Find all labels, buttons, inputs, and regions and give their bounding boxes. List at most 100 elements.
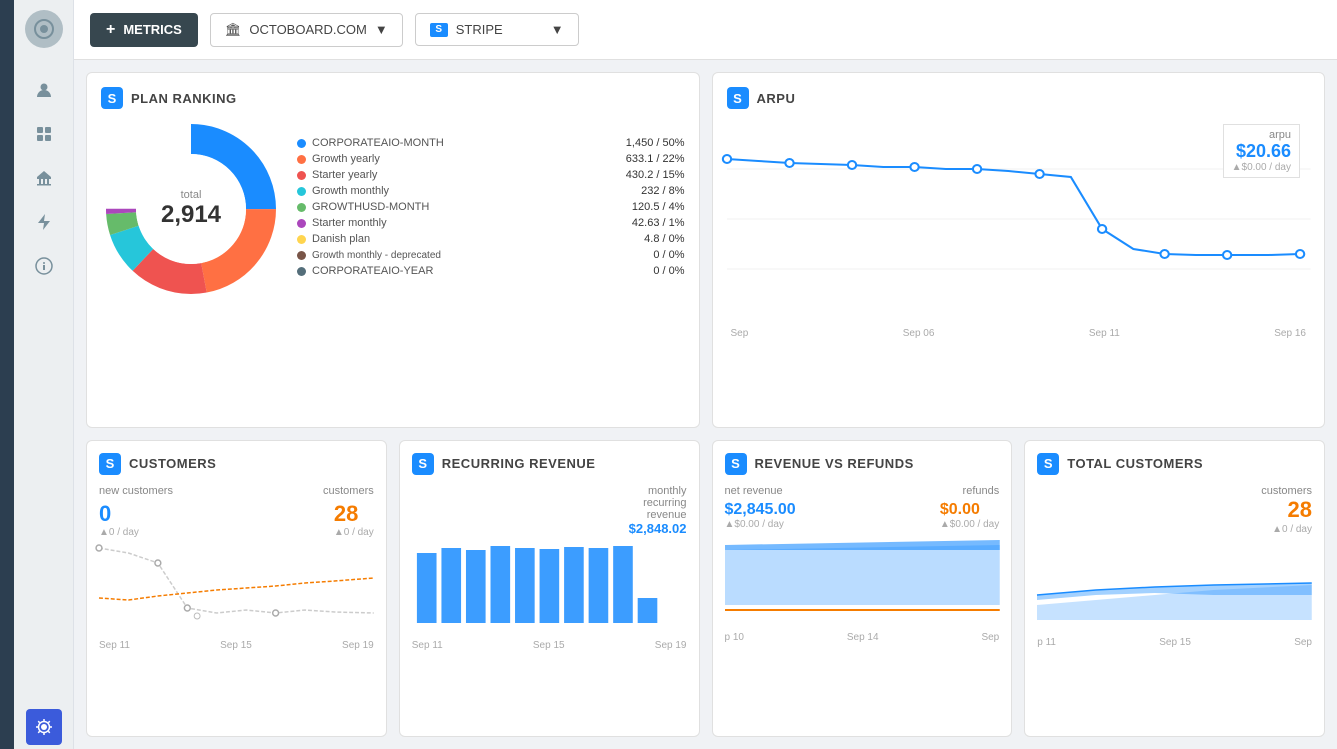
customers-block: 28 ▲0 / day	[334, 501, 374, 538]
total-customers-tooltip: customers 28 ▲0 / day	[1037, 485, 1312, 535]
stripe-dropdown[interactable]: S STRIPE ▼	[415, 13, 579, 46]
legend-name-5: Starter monthly	[312, 217, 599, 229]
legend-item-4: GROWTHUSD-MONTH 120.5 / 4%	[297, 201, 685, 213]
arpu-tooltip: arpu $20.66 ▲$0.00 / day	[1223, 124, 1300, 178]
nav-bank-icon[interactable]	[26, 160, 62, 196]
new-customers-label: new customers	[99, 485, 173, 497]
cust-x-2: Sep 19	[342, 640, 374, 651]
main-content: + METRICS 🏛 OCTOBOARD.COM ▼ S STRIPE ▼ S…	[74, 0, 1337, 749]
topbar: + METRICS 🏛 OCTOBOARD.COM ▼ S STRIPE ▼	[74, 0, 1337, 60]
legend-dot-8	[297, 267, 306, 276]
total-customers-tooltip-label: customers	[1261, 485, 1312, 497]
new-customers-block: 0 ▲0 / day	[99, 501, 139, 538]
rev-x-1: Sep 14	[847, 632, 879, 643]
legend-dot-3	[297, 187, 306, 196]
dashboard: S PLAN RANKING	[74, 60, 1337, 749]
revenue-x-labels: p 10 Sep 14 Sep	[725, 632, 1000, 643]
legend-name-2: Starter yearly	[312, 169, 599, 181]
legend-dot-5	[297, 219, 306, 228]
legend-name-0: CORPORATEAIO-MONTH	[312, 137, 599, 149]
legend-value-8: 0 / 0%	[605, 265, 685, 277]
donut-chart: total 2,914	[101, 119, 281, 299]
plan-ranking-title: PLAN RANKING	[131, 91, 237, 106]
cust-x-0: Sep 11	[99, 640, 130, 651]
legend-dot-6	[297, 235, 306, 244]
legend-dot-1	[297, 155, 306, 164]
legend-item-0: CORPORATEAIO-MONTH 1,450 / 50%	[297, 137, 685, 149]
legend-name-6: Danish plan	[312, 233, 599, 245]
rec-x-0: Sep 11	[412, 640, 443, 651]
legend-item-8: CORPORATEAIO-YEAR 0 / 0%	[297, 265, 685, 277]
octoboard-label: OCTOBOARD.COM	[249, 22, 367, 37]
recurring-label: recurring	[643, 497, 686, 509]
refunds-block: $0.00 ▲$0.00 / day	[940, 501, 999, 530]
net-revenue-label: net revenue	[725, 485, 783, 497]
revenue-label: revenue	[647, 509, 687, 521]
arpu-value: $20.66	[1232, 141, 1291, 162]
refunds-label: refunds	[963, 485, 1000, 497]
new-customers-value: 0	[99, 501, 139, 527]
revenue-refunds-header: S REVENUE VS REFUNDS	[725, 453, 1000, 475]
recurring-x-labels: Sep 11 Sep 15 Sep 19	[412, 640, 687, 651]
chevron-down-icon2: ▼	[551, 22, 564, 37]
revenue-refunds-col-headers: net revenue refunds	[725, 485, 1000, 497]
total-customers-chart	[1037, 535, 1312, 635]
refunds-value: $0.00	[940, 501, 999, 519]
rec-x-1: Sep 15	[533, 640, 565, 651]
legend-name-7: Growth monthly - deprecated	[312, 250, 599, 261]
customers-value: 28	[334, 501, 374, 527]
donut-center: total 2,914	[161, 189, 221, 229]
customers-title: CUSTOMERS	[129, 456, 216, 471]
revenue-refunds-icon: S	[725, 453, 747, 475]
new-customers-sub: ▲0 / day	[99, 527, 139, 538]
legend-item-7: Growth monthly - deprecated 0 / 0%	[297, 249, 685, 261]
metrics-button[interactable]: + METRICS	[90, 13, 198, 47]
legend-name-4: GROWTHUSD-MONTH	[312, 201, 599, 213]
customers-icon: S	[99, 453, 121, 475]
legend-item-2: Starter yearly 430.2 / 15%	[297, 169, 685, 181]
octoboard-dropdown[interactable]: 🏛 OCTOBOARD.COM ▼	[210, 13, 403, 47]
legend-item-3: Growth monthly 232 / 8%	[297, 185, 685, 197]
sidebar-accent	[0, 0, 14, 749]
nav-person-icon[interactable]	[26, 72, 62, 108]
nav-settings-icon[interactable]	[26, 709, 62, 745]
plan-ranking-icon: S	[101, 87, 123, 109]
arpu-x-1: Sep 06	[903, 328, 935, 339]
nav-grid-icon[interactable]	[26, 116, 62, 152]
customers-values: 0 ▲0 / day 28 ▲0 / day	[99, 501, 374, 538]
tot-x-0: p 11	[1037, 637, 1056, 648]
legend-name-3: Growth monthly	[312, 185, 599, 197]
net-revenue-sub: ▲$0.00 / day	[725, 519, 796, 530]
recurring-revenue-chart	[412, 538, 687, 638]
legend-item-6: Danish plan 4.8 / 0%	[297, 233, 685, 245]
recurring-revenue-icon: S	[412, 453, 434, 475]
arpu-title: ARPU	[757, 91, 796, 106]
total-x-labels: p 11 Sep 15 Sep	[1037, 637, 1312, 648]
arpu-sub: ▲$0.00 / day	[1232, 162, 1291, 173]
cust-x-1: Sep 15	[220, 640, 252, 651]
chevron-down-icon: ▼	[375, 22, 388, 37]
rec-x-2: Sep 19	[655, 640, 687, 651]
nav-flash-icon[interactable]	[26, 204, 62, 240]
legend-dot-7	[297, 251, 306, 260]
recurring-revenue-header: S RECURRING REVENUE	[412, 453, 687, 475]
arpu-x-2: Sep 11	[1089, 328, 1120, 339]
customers-header: S CUSTOMERS	[99, 453, 374, 475]
donut-total-label: total	[161, 189, 221, 201]
customers-chart	[99, 538, 374, 638]
legend-value-0: 1,450 / 50%	[605, 137, 685, 149]
recurring-tooltip-label: monthly recurring revenue $2,848.02	[412, 485, 687, 536]
revenue-refunds-values: $2,845.00 ▲$0.00 / day $0.00 ▲$0.00 / da…	[725, 501, 1000, 530]
customers-col-headers: new customers customers	[99, 485, 374, 497]
nav-info-icon[interactable]	[26, 248, 62, 284]
stripe-icon: S	[430, 23, 448, 37]
legend-name-1: Growth yearly	[312, 153, 599, 165]
legend-item-1: Growth yearly 633.1 / 22%	[297, 153, 685, 165]
rev-x-0: p 10	[725, 632, 744, 643]
legend-dot-4	[297, 203, 306, 212]
plan-ranking-card: S PLAN RANKING	[86, 72, 700, 428]
net-revenue-block: $2,845.00 ▲$0.00 / day	[725, 501, 796, 530]
tot-x-2: Sep	[1294, 637, 1312, 648]
building-icon: 🏛	[225, 22, 242, 38]
total-customers-card: S TOTAL CUSTOMERS customers 28 ▲0 / day	[1024, 440, 1325, 738]
